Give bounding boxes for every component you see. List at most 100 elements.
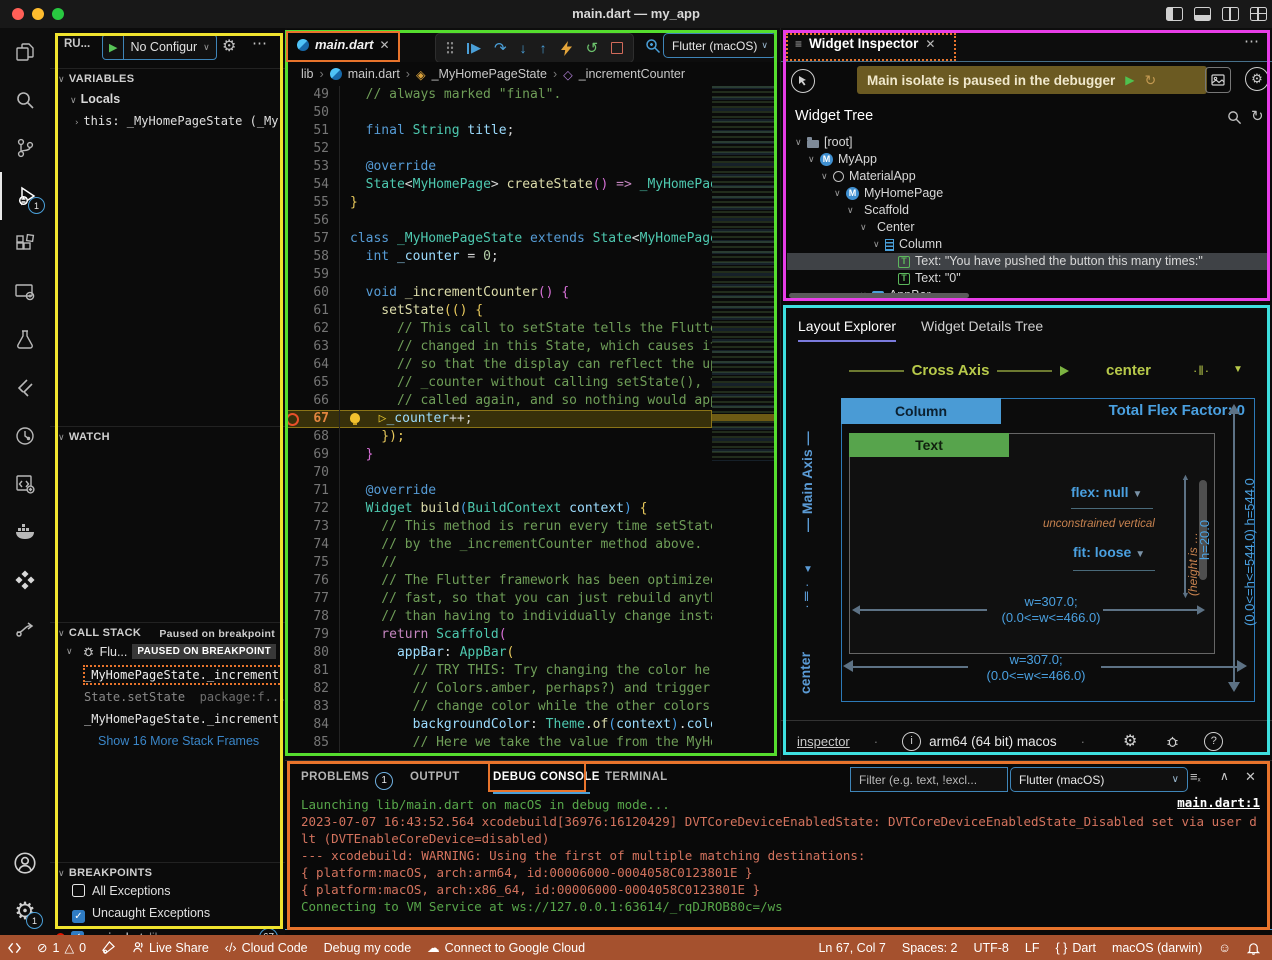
widget-tree-node[interactable]: ∨MMyApp xyxy=(787,151,1267,168)
encoding[interactable]: UTF-8 xyxy=(965,941,1016,955)
chevron-down-icon[interactable]: ∨ xyxy=(860,219,872,236)
stack-frame[interactable]: _MyHomePageState._incrementCo xyxy=(84,712,282,726)
toggle-sidebar-icon[interactable] xyxy=(1166,7,1183,21)
debug-my-code-button[interactable]: Debug my code xyxy=(316,941,420,955)
remote-indicator[interactable] xyxy=(0,942,29,954)
flex-dropdown[interactable]: flex: null ▼ xyxy=(1071,484,1142,500)
code-line[interactable]: 75 // xyxy=(285,554,712,572)
code-line[interactable]: 56 xyxy=(285,212,712,230)
explorer-icon[interactable] xyxy=(0,28,50,76)
code-line[interactable]: 78 // than having to individually change… xyxy=(285,608,712,626)
code-line[interactable]: 74 // by the _incrementCounter method ab… xyxy=(285,536,712,554)
toggle-panel-icon[interactable] xyxy=(1194,7,1211,21)
resume-icon[interactable]: ▶ xyxy=(1125,73,1134,87)
help-icon[interactable]: ? xyxy=(1204,732,1223,751)
live-share-button[interactable]: Live Share xyxy=(123,941,217,955)
time-circle-icon[interactable] xyxy=(0,412,50,460)
variable-this[interactable]: ›this: _MyHomePageState (_MyH… xyxy=(74,114,279,128)
extensions-icon[interactable] xyxy=(0,220,50,268)
indentation[interactable]: Spaces: 2 xyxy=(894,941,966,955)
debug-console-output[interactable]: Launching lib/main.dart on macOS in debu… xyxy=(301,796,1256,915)
widget-tree-node[interactable]: ∨[root] xyxy=(787,134,1267,151)
column-widget-tab[interactable]: Column xyxy=(841,398,1001,424)
launch-config-control[interactable]: ▶ No Configur ∨ xyxy=(102,34,217,60)
screenshot-icon[interactable] xyxy=(1205,67,1231,93)
inspector-link[interactable]: inspector xyxy=(797,734,850,749)
code-line[interactable]: 64 // so that the display can reflect th… xyxy=(285,356,712,374)
code-line[interactable]: 70 xyxy=(285,464,712,482)
widget-tree-node[interactable]: ∨Column xyxy=(787,236,1267,253)
tab-main-dart[interactable]: main.dart ✕ xyxy=(287,29,400,60)
problems-summary[interactable]: ⊘1 △0 xyxy=(29,940,94,955)
settings-gear-icon[interactable]: ⚙ 1 xyxy=(0,887,50,935)
chevron-down-icon[interactable]: ∨ xyxy=(847,202,859,219)
device-select[interactable]: Flutter (macOS)∨ xyxy=(663,33,777,58)
code-line[interactable]: 66 // called again, and so nothing would… xyxy=(285,392,712,410)
inspector-settings-gear-icon[interactable]: ⚙ xyxy=(1245,67,1269,91)
widget-tree-node[interactable]: TText: "You have pushed the button this … xyxy=(787,253,1267,270)
widget-tree-node[interactable]: ∨MMyHomePage xyxy=(787,185,1267,202)
testing-icon[interactable] xyxy=(0,316,50,364)
close-tab-icon[interactable]: ✕ xyxy=(380,38,390,52)
code-line[interactable]: 61 setState(() { xyxy=(285,302,712,320)
tree-hscrollbar[interactable] xyxy=(789,293,969,298)
chevron-down-icon[interactable]: ∨ xyxy=(834,185,846,202)
code-line[interactable]: 84 backgroundColor: Theme.of(context).co… xyxy=(285,716,712,734)
devtools-settings-gear-icon[interactable]: ⚙ xyxy=(1123,731,1137,751)
os-indicator[interactable]: macOS (darwin) xyxy=(1104,941,1210,955)
checkbox-checked[interactable]: ✓ xyxy=(72,910,85,923)
language-mode[interactable]: { }Dart xyxy=(1047,941,1103,955)
debug-gear-icon[interactable]: ⚙ xyxy=(222,36,236,56)
flutter-icon[interactable] xyxy=(0,364,50,412)
breakpoint-all-exceptions[interactable]: All Exceptions xyxy=(72,884,171,898)
step-out-icon[interactable]: ↑ xyxy=(540,40,547,56)
stack-frame-current[interactable]: _MyHomePageState._incrementCo xyxy=(84,666,282,684)
fit-dropdown[interactable]: fit: loose ▼ xyxy=(1073,544,1145,560)
hot-reload-icon[interactable] xyxy=(560,41,573,56)
code-line[interactable]: 69 } xyxy=(285,446,712,464)
breakpoints-section-header[interactable]: ∨BREAKPOINTS xyxy=(50,862,285,879)
run-and-debug-icon[interactable]: 1 xyxy=(0,172,52,220)
code-line[interactable]: 53 @override xyxy=(285,158,712,176)
code-line[interactable]: 51 final String title; xyxy=(285,122,712,140)
maximize-panel-icon[interactable]: ∧ xyxy=(1220,769,1229,783)
cloud-code-icon[interactable] xyxy=(0,460,50,508)
notifications-bell-icon[interactable] xyxy=(1239,941,1272,955)
step-over-icon[interactable]: ↷ xyxy=(494,39,507,57)
close-panel-icon[interactable]: ✕ xyxy=(1245,769,1256,785)
watch-section-header[interactable]: ∨WATCH xyxy=(50,426,285,443)
stack-frame[interactable]: State.setState package:f... xyxy=(84,690,286,704)
code-line[interactable]: 79 return Scaffold( xyxy=(285,626,712,644)
console-config-select[interactable]: Flutter (macOS)∨ xyxy=(1010,767,1188,792)
widget-tree[interactable]: ∨[root]∨MMyApp∨MaterialApp∨MMyHomePage∨S… xyxy=(787,134,1267,296)
search-icon[interactable] xyxy=(0,76,50,124)
hot-restart-icon[interactable]: ↻ xyxy=(1145,72,1157,89)
tab-widget-inspector[interactable]: ≡ Widget Inspector ✕ xyxy=(795,36,935,51)
breakpoint-uncaught-exceptions[interactable]: ✓Uncaught Exceptions xyxy=(72,906,210,923)
checkbox-unchecked[interactable] xyxy=(72,884,85,897)
code-line[interactable]: 52 xyxy=(285,140,712,158)
continue-icon[interactable]: ▶ xyxy=(467,40,481,56)
code-line[interactable]: 65 // _counter without calling setState(… xyxy=(285,374,712,392)
tab-output[interactable]: OUTPUT xyxy=(410,771,460,783)
chevron-down-icon[interactable]: ▼ xyxy=(1233,364,1243,375)
tab-problems[interactable]: PROBLEMS1 xyxy=(301,771,393,790)
lightbulb-icon[interactable] xyxy=(350,413,360,423)
tab-layout-explorer[interactable]: Layout Explorer xyxy=(798,318,896,342)
more-actions-icon[interactable]: ⋯ xyxy=(252,34,267,52)
launch-config-select[interactable]: No Configur xyxy=(124,40,203,54)
call-stack-section-header[interactable]: ∨CALL STACK Paused on breakpoint xyxy=(50,622,285,639)
main-axis-align-icon[interactable]: ·‖· xyxy=(799,582,814,609)
chevron-down-icon[interactable]: ∨ xyxy=(821,168,833,185)
widget-tree-node[interactable]: ∨Scaffold xyxy=(787,202,1267,219)
code-line[interactable]: 59 xyxy=(285,266,712,284)
code-line[interactable]: 83 // change color while the other color… xyxy=(285,698,712,716)
tab-terminal[interactable]: TERMINAL xyxy=(605,771,668,783)
account-icon[interactable] xyxy=(0,839,50,887)
launch-icon[interactable] xyxy=(94,941,123,954)
code-line[interactable]: 55} xyxy=(285,194,712,212)
code-area[interactable]: 49 // always marked "final".5051 final S… xyxy=(285,86,712,760)
tab-widget-details-tree[interactable]: Widget Details Tree xyxy=(921,318,1043,334)
tab-debug-console[interactable]: DEBUG CONSOLE xyxy=(493,771,600,783)
tree-search-icon[interactable] xyxy=(1227,110,1242,125)
